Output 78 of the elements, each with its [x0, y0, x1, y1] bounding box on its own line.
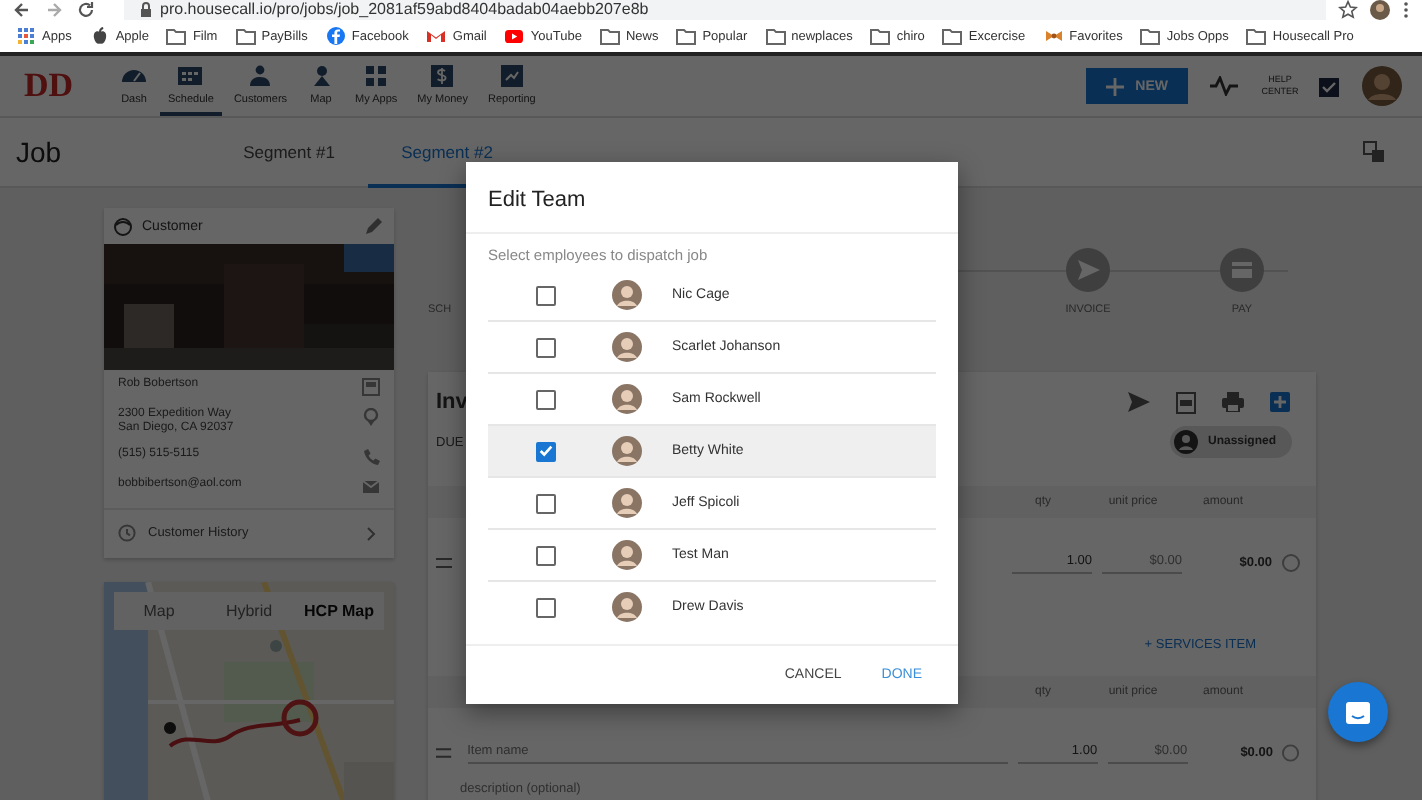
- contact-card-icon[interactable]: [362, 378, 380, 396]
- face-icon: [114, 217, 132, 235]
- checkbox[interactable]: [536, 545, 556, 565]
- folder-icon: [235, 26, 256, 46]
- avatar: [612, 488, 642, 518]
- facebook-icon: [325, 26, 346, 46]
- chart-icon: [497, 64, 526, 88]
- gauge-icon: [120, 64, 148, 88]
- checklist-icon[interactable]: [1318, 75, 1340, 97]
- checkbox[interactable]: [536, 493, 556, 513]
- payment-icon[interactable]: [1220, 248, 1264, 292]
- avatar: [612, 540, 642, 570]
- avatar: [612, 436, 642, 466]
- avatar: [612, 332, 642, 362]
- back-icon[interactable]: [12, 0, 32, 20]
- profile-avatar-icon[interactable]: [1370, 0, 1390, 20]
- chevron-right-icon: [366, 525, 376, 541]
- plus-icon: [1105, 77, 1124, 95]
- address-bar[interactable]: pro.housecall.io/pro/jobs/job_2081af59abd8404badab04aebb207e8b: [124, 0, 1326, 20]
- grid-icon: [362, 64, 391, 88]
- avatar: [612, 280, 642, 310]
- checkbox[interactable]: [536, 337, 556, 357]
- page-title: Job: [16, 136, 64, 168]
- drag-handle-icon[interactable]: [436, 747, 452, 757]
- pdf-icon[interactable]: [1176, 391, 1196, 413]
- avatar: [612, 384, 642, 414]
- folder-icon: [942, 26, 963, 46]
- dollar-icon: [428, 64, 457, 88]
- map-type-tab[interactable]: HCP Map: [294, 602, 384, 620]
- checkbox[interactable]: [536, 441, 556, 461]
- send-icon[interactable]: [1128, 392, 1150, 412]
- play-icon: [504, 26, 525, 46]
- mail-icon: [426, 26, 447, 46]
- map-type-tab[interactable]: Map: [114, 602, 204, 620]
- segment-tab[interactable]: Segment #1: [210, 117, 368, 187]
- chat-icon: [1346, 701, 1370, 723]
- star-icon[interactable]: [1338, 0, 1358, 20]
- logo[interactable]: DD: [24, 66, 84, 106]
- location-pin-icon[interactable]: [362, 408, 380, 426]
- avatar: [612, 592, 642, 622]
- checkbox[interactable]: [536, 597, 556, 617]
- folder-icon: [765, 26, 786, 46]
- send-icon[interactable]: [1066, 248, 1110, 292]
- add-icon[interactable]: [1270, 392, 1290, 412]
- drag-handle-icon[interactable]: [436, 557, 452, 567]
- activity-icon[interactable]: [1210, 76, 1238, 96]
- avatar[interactable]: [1362, 66, 1402, 106]
- folder-icon: [166, 26, 187, 46]
- apple-icon: [89, 26, 110, 46]
- phone-icon[interactable]: [362, 448, 380, 466]
- checkbox[interactable]: [536, 285, 556, 305]
- swap-icon[interactable]: [1362, 140, 1386, 164]
- lock-icon: [140, 2, 152, 18]
- edit-icon[interactable]: [364, 217, 382, 235]
- folder-icon: [1140, 26, 1161, 46]
- check-icon: [538, 442, 554, 460]
- dialog-title: Edit Team: [466, 162, 958, 234]
- checkbox[interactable]: [536, 389, 556, 409]
- person-icon: [1173, 430, 1198, 454]
- remove-icon[interactable]: [1282, 743, 1300, 761]
- more-icon[interactable]: [1402, 0, 1410, 20]
- history-icon: [118, 524, 136, 542]
- folder-icon: [599, 26, 620, 46]
- bow-icon: [1043, 26, 1064, 46]
- apps-icon: [16, 26, 36, 46]
- folder-icon: [1246, 26, 1267, 46]
- remove-icon[interactable]: [1282, 553, 1300, 571]
- card-title: Inv: [436, 390, 468, 414]
- reload-icon[interactable]: [76, 0, 96, 20]
- chat-button[interactable]: [1328, 682, 1388, 742]
- map-type-tab[interactable]: Hybrid: [204, 602, 294, 620]
- folder-icon: [870, 26, 891, 46]
- forward-icon[interactable]: [44, 0, 64, 20]
- folder-icon: [676, 26, 697, 46]
- calendar-icon: [176, 64, 205, 88]
- print-icon[interactable]: [1222, 392, 1244, 412]
- mail-icon[interactable]: [362, 478, 380, 496]
- person-icon: [246, 64, 275, 88]
